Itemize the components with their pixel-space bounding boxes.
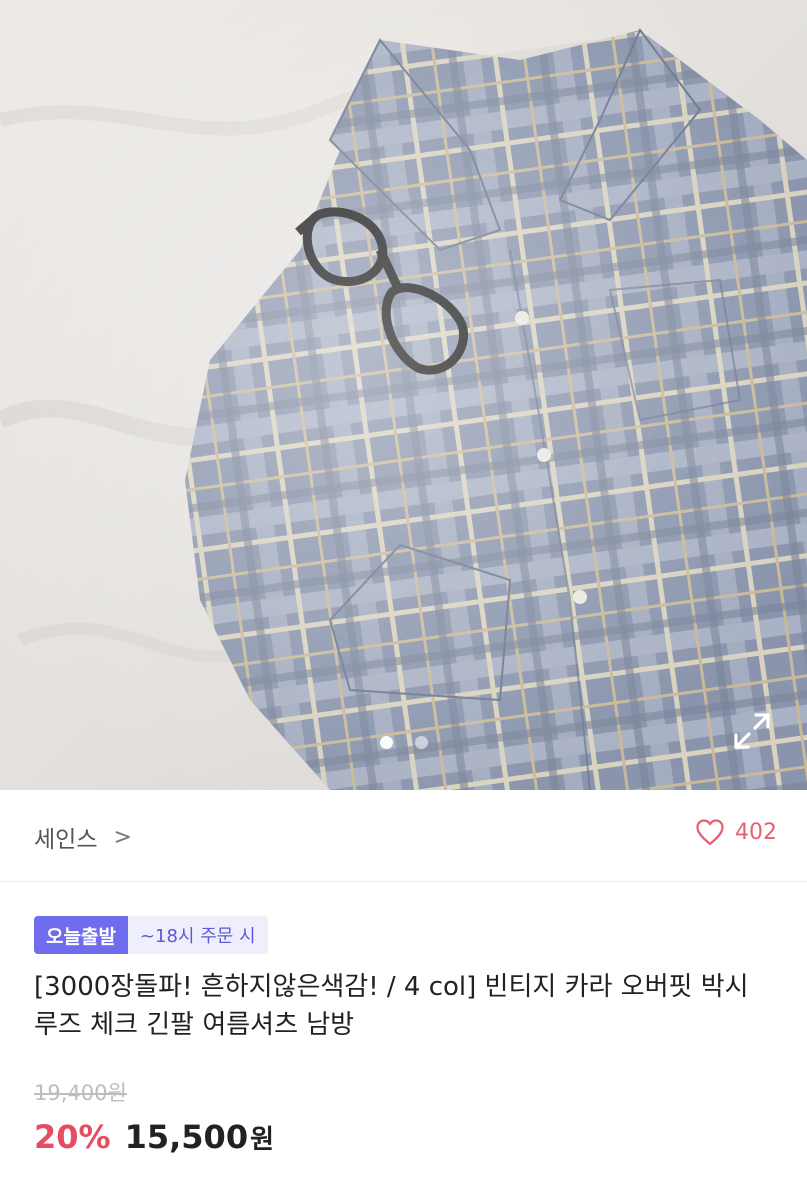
carousel-dot-active[interactable] [379,736,393,749]
expand-icon[interactable] [730,709,774,753]
carousel-dot[interactable] [414,736,428,749]
like-count: 402 [735,819,777,845]
seller-name: 세인스 [34,827,98,853]
product-image[interactable] [0,0,807,790]
seller-row: 세인스 > 402 [0,790,807,882]
heart-icon [696,819,724,846]
product-photo [0,0,807,790]
original-price: 19,400원 [34,1081,127,1105]
sale-price-value: 15,500 [124,1118,249,1156]
price-row: 20% 15,500원 [34,1118,274,1156]
delivery-badge: 오늘출발 ~18시 주문 시 [34,916,268,954]
order-cutoff-badge: ~18시 주문 시 [127,916,268,954]
like-button[interactable]: 402 [695,818,777,846]
carousel-indicator[interactable] [0,736,807,749]
chevron-right-icon: > [113,824,132,850]
today-ship-badge: 오늘출발 [34,916,128,954]
currency-unit: 원 [250,1125,274,1155]
product-title: [3000장돌파! 흔하지않은색감! / 4 col] 빈티지 카라 오버핏 박… [34,972,749,1040]
discount-rate: 20% [34,1118,111,1156]
seller-link[interactable]: 세인스 > [34,820,132,854]
sale-price: 15,500원 [125,1118,274,1156]
